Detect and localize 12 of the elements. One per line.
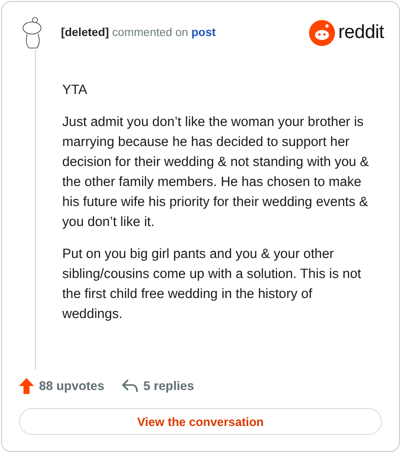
brand-name: reddit (338, 22, 384, 44)
view-conversation-button[interactable]: View the conversation (19, 408, 382, 435)
comment-paragraph: YTA (62, 81, 88, 99)
upvote-count: 88 upvotes (39, 379, 104, 394)
upvote-arrow-icon (19, 378, 34, 394)
comment-paragraph: Put on you big girl pants and you & your other sibling/cousins come up with a solution. This is not the first child free wedding in the history of weddings. (62, 245, 362, 323)
reply-count: 5 replies (143, 379, 194, 394)
reply-arrow-icon (122, 379, 138, 394)
comment-paragraph: Just admit you don’t like the woman your brother is marrying because he has decided to support her decision for their wedding & not standing with you & the other family members. He has chosen to make his future wife his priority for their wedding events & you don’t like it. (62, 113, 370, 231)
alien-logo-icon (309, 20, 336, 46)
comment-meta: [deleted] commented on post (61, 27, 217, 39)
post-link[interactable]: post (191, 27, 216, 39)
